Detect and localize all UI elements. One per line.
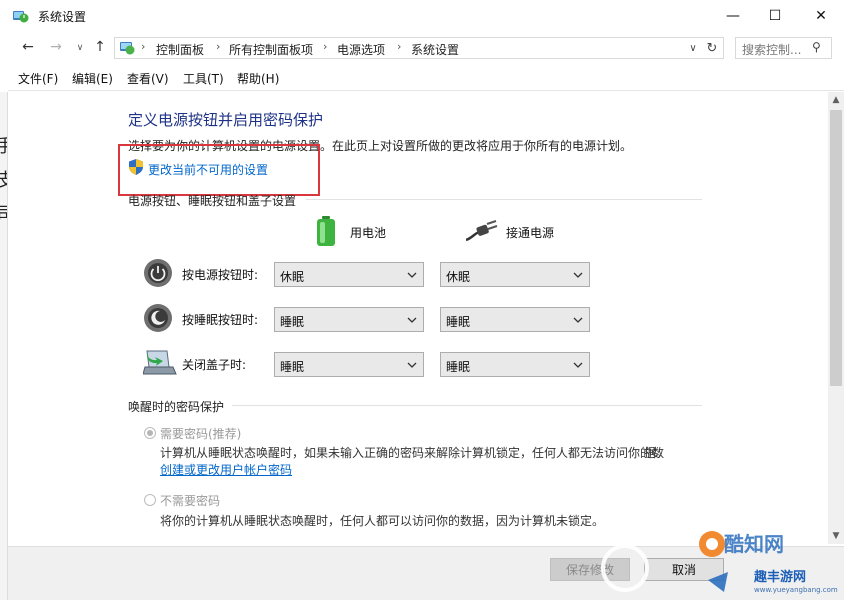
- require-password-description: 计算机从睡眠状态唤醒时，如果未输入正确的密码来解除计算机锁定，任何人都无法访问你…: [160, 446, 665, 460]
- page-title: 定义电源按钮并启用密码保护: [128, 111, 324, 129]
- refresh-button[interactable]: ↻: [702, 38, 722, 58]
- close-lid-battery-select[interactable]: 睡眠: [274, 352, 424, 377]
- chevron-down-icon: [573, 362, 583, 368]
- breadcrumb-separator: ›: [141, 40, 146, 53]
- search-placeholder: 搜索控制...: [742, 43, 802, 57]
- back-button[interactable]: ←: [18, 38, 38, 56]
- select-value: 睡眠: [280, 315, 305, 329]
- require-password-description-tail: 据。: [644, 446, 669, 460]
- strip-glyph: 手: [0, 132, 7, 158]
- strip-glyph: 皮: [0, 166, 7, 192]
- power-options-app-icon: [13, 11, 29, 23]
- menu-tools[interactable]: 工具(T): [183, 70, 224, 87]
- laptop-lid-icon: [143, 349, 177, 375]
- chevron-down-icon: [407, 362, 417, 368]
- power-button-plugged-select[interactable]: 休眠: [440, 262, 590, 287]
- chevron-down-icon: [407, 317, 417, 323]
- menu-help[interactable]: 帮助(H): [237, 70, 279, 87]
- address-history-dropdown[interactable]: ∨: [684, 38, 702, 58]
- maximize-button[interactable]: ☐: [752, 0, 798, 32]
- battery-icon: [317, 216, 335, 246]
- sleep-button-icon: [144, 304, 172, 332]
- chevron-down-icon: [573, 272, 583, 278]
- close-lid-action-label: 关闭盖子时:: [182, 358, 247, 372]
- strip-glyph: 司: [0, 200, 7, 226]
- select-value: 休眠: [446, 270, 471, 284]
- menu-file[interactable]: 文件(F): [18, 70, 58, 87]
- breadcrumb-all-items[interactable]: 所有控制面板项: [229, 41, 313, 58]
- chevron-down-icon: [407, 272, 417, 278]
- section-divider: [306, 199, 702, 200]
- power-plug-icon: [466, 220, 498, 242]
- select-value: 睡眠: [446, 360, 471, 374]
- select-value: 睡眠: [446, 315, 471, 329]
- highlight-box: [118, 144, 320, 196]
- search-icon[interactable]: ⚲: [812, 40, 821, 54]
- breadcrumb-separator: ›: [323, 40, 328, 53]
- sleep-button-plugged-select[interactable]: 睡眠: [440, 307, 590, 332]
- close-button[interactable]: ✕: [798, 0, 844, 32]
- power-button-action-label: 按电源按钮时:: [182, 268, 259, 282]
- sleep-button-action-label: 按睡眠按钮时:: [182, 313, 259, 327]
- watermark-brand: 酷知网: [724, 532, 784, 556]
- no-password-label: 不需要密码: [160, 494, 221, 508]
- recent-locations-dropdown[interactable]: ∨: [70, 39, 90, 57]
- menu-edit[interactable]: 编辑(E): [72, 70, 113, 87]
- system-settings-window: 手 皮 司 系统设置 — ☐ ✕ ← → ∨ ↑ › 控制面板 › 所有控制面板…: [0, 0, 852, 600]
- menu-divider: [8, 90, 844, 91]
- scroll-up-arrow[interactable]: ▲: [828, 92, 844, 108]
- no-password-radio[interactable]: [144, 494, 156, 506]
- background-window-strip: 手 皮 司: [0, 92, 8, 600]
- on-battery-label: 用电池: [350, 226, 387, 240]
- select-value: 睡眠: [280, 360, 305, 374]
- close-lid-plugged-select[interactable]: 睡眠: [440, 352, 590, 377]
- forward-button[interactable]: →: [46, 38, 66, 56]
- power-buttons-section-title: 电源按钮、睡眠按钮和盖子设置: [128, 194, 297, 208]
- watermark-brand-secondary: 趣丰游网: [754, 570, 807, 585]
- chevron-down-icon: [573, 317, 583, 323]
- create-password-link[interactable]: 创建或更改用户帐户密码: [160, 461, 292, 478]
- select-value: 休眠: [280, 270, 305, 284]
- breadcrumb-control-panel[interactable]: 控制面板: [156, 41, 204, 58]
- section-divider: [232, 405, 702, 406]
- require-password-label: 需要密码(推荐): [160, 427, 242, 441]
- breadcrumb-separator: ›: [397, 40, 402, 53]
- require-password-radio[interactable]: [144, 427, 156, 439]
- breadcrumb-system-settings[interactable]: 系统设置: [411, 41, 459, 58]
- watermark-url: www.yueyangbang.com: [754, 586, 838, 594]
- sleep-button-battery-select[interactable]: 睡眠: [274, 307, 424, 332]
- menu-view[interactable]: 查看(V): [127, 70, 169, 87]
- scrollbar-thumb[interactable]: [830, 110, 842, 386]
- up-button[interactable]: ↑: [90, 38, 110, 56]
- window-title: 系统设置: [38, 10, 87, 24]
- no-password-description: 将你的计算机从睡眠状态唤醒时，任何人都可以访问你的数据，因为计算机未锁定。: [160, 514, 605, 528]
- plugged-in-label: 接通电源: [506, 226, 555, 240]
- breadcrumb-power-options[interactable]: 电源选项: [337, 41, 385, 58]
- power-button-battery-select[interactable]: 休眠: [274, 262, 424, 287]
- control-panel-icon: [120, 42, 135, 55]
- power-button-icon: [144, 259, 172, 287]
- wakeup-password-section-title: 唤醒时的密码保护: [128, 400, 225, 414]
- breadcrumb-separator: ›: [216, 40, 221, 53]
- minimize-button[interactable]: —: [710, 0, 756, 32]
